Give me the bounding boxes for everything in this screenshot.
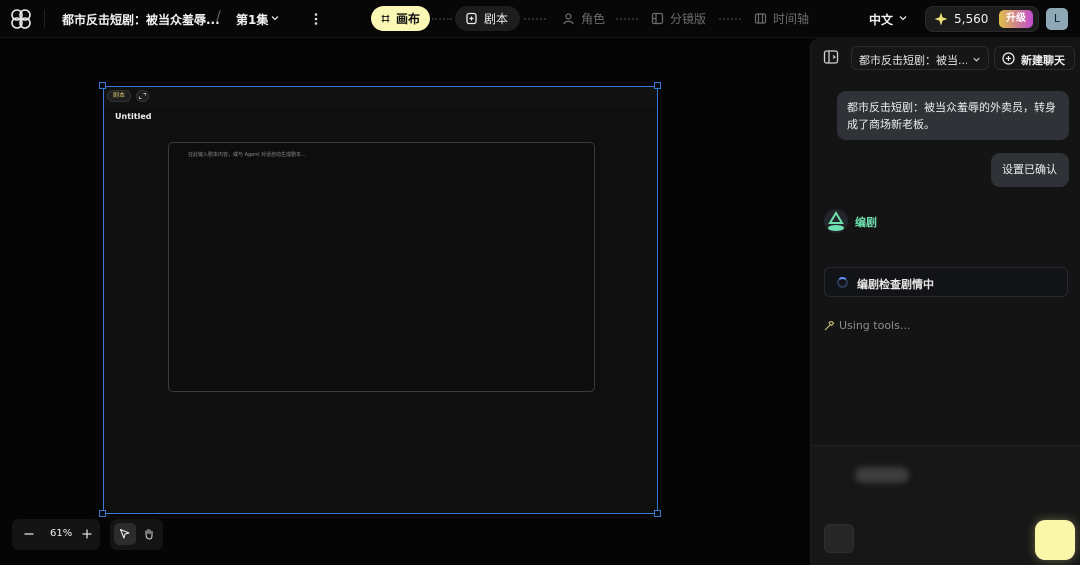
app-logo-icon[interactable] (10, 8, 32, 30)
user-message: 都市反击短剧：被当众羞辱的外卖员，转身成了商场新老板。 (837, 91, 1069, 140)
resize-handle[interactable] (99, 510, 106, 517)
conversation-selector[interactable]: 都市反击短剧：被当... (851, 46, 989, 70)
resize-handle[interactable] (654, 82, 661, 89)
select-tool-button[interactable] (114, 523, 136, 545)
frame-badge: 剧本 (107, 90, 132, 102)
timeline-icon (754, 13, 767, 24)
tab-script-label: 剧本 (484, 12, 509, 26)
tool-call-card[interactable]: 编剧检查剧情中 (824, 267, 1068, 297)
project-title[interactable]: 都市反击短剧：被当众羞辱... (62, 11, 220, 28)
canvas-icon (381, 14, 390, 23)
user-icon (563, 13, 574, 25)
tab-characters[interactable]: 角色 (552, 6, 615, 31)
hand-icon (145, 529, 153, 540)
resize-handle[interactable] (99, 82, 106, 89)
status-text: Using tools... (839, 319, 911, 332)
tool-call-label: 编剧检查剧情中 (857, 278, 934, 291)
document-icon (466, 12, 477, 25)
send-button[interactable] (1035, 520, 1075, 560)
plus-circle-icon (1002, 52, 1015, 65)
avatar[interactable]: L (1046, 8, 1068, 30)
credits-pill[interactable]: 5,560 升级 (925, 6, 1039, 32)
tab-storyboard[interactable]: 分镜版 (641, 6, 716, 31)
chevron-down-icon[interactable] (898, 13, 908, 23)
sidebar-toggle-icon[interactable] (823, 49, 839, 65)
zoom-level[interactable]: 61% (50, 528, 72, 539)
editor-placeholder: 在此输入剧本内容，或与 Agent 对话自动生成剧本... (188, 152, 306, 158)
tools-icon (824, 321, 835, 331)
language-selector[interactable]: 中文 (869, 11, 893, 28)
upgrade-button[interactable]: 升级 (999, 10, 1033, 28)
credits-balance: 5,560 (954, 12, 989, 26)
tab-characters-label: 角色 (581, 12, 606, 26)
expand-icon[interactable] (136, 90, 149, 102)
document-title[interactable]: Untitled (115, 112, 151, 121)
breadcrumb-separator: / (216, 9, 221, 25)
episode-selector[interactable]: 第1集 (236, 11, 268, 28)
storyboard-icon (651, 12, 664, 25)
top-bar: 都市反击短剧：被当众羞辱... / 第1集 画布 剧本 角色 分镜版 时间轴 中… (0, 0, 1080, 38)
zoom-in-icon[interactable] (81, 528, 93, 540)
sparkle-icon (934, 12, 948, 26)
more-options-icon[interactable] (309, 11, 323, 27)
user-message: 设置已确认 (991, 153, 1069, 187)
chevron-down-icon (973, 57, 980, 62)
frame-header: 剧本 (104, 87, 657, 106)
attach-button[interactable] (824, 524, 854, 553)
tab-canvas-label: 画布 (395, 12, 420, 26)
new-chat-label: 新建聊天 (1021, 54, 1065, 67)
step-connector (719, 18, 741, 20)
tab-script[interactable]: 剧本 (455, 6, 520, 31)
blurred-input-text (855, 467, 909, 483)
zoom-controls: 61% (12, 519, 100, 550)
step-connector (524, 18, 546, 20)
tab-canvas[interactable]: 画布 (371, 6, 430, 31)
step-connector (432, 18, 452, 20)
script-frame[interactable]: 剧本 Untitled 在此输入剧本内容，或与 Agent 对话自动生成剧本..… (103, 86, 658, 514)
divider (44, 10, 45, 28)
chat-panel: 都市反击短剧：被当... 新建聊天 都市反击短剧：被当众羞辱的外卖员，转身成了商… (810, 38, 1080, 565)
tab-timeline[interactable]: 时间轴 (744, 6, 819, 31)
resize-handle[interactable] (654, 510, 661, 517)
pan-tool-button[interactable] (138, 523, 160, 545)
chat-input-area[interactable] (811, 445, 1080, 565)
canvas-tools (110, 519, 163, 550)
cursor-icon (119, 528, 130, 539)
agent-name: 编剧 (855, 216, 877, 229)
loading-spinner-icon (837, 277, 848, 288)
tab-timeline-label: 时间轴 (773, 12, 810, 26)
step-connector (616, 18, 638, 20)
chevron-down-icon[interactable] (270, 13, 280, 23)
new-chat-button[interactable]: 新建聊天 (994, 46, 1075, 70)
conversation-title: 都市反击短剧：被当... (859, 54, 967, 67)
script-editor[interactable]: 在此输入剧本内容，或与 Agent 对话自动生成剧本... (168, 142, 595, 392)
agent-avatar-icon (824, 209, 848, 233)
zoom-out-icon[interactable] (23, 528, 35, 540)
tab-storyboard-label: 分镜版 (670, 12, 707, 26)
